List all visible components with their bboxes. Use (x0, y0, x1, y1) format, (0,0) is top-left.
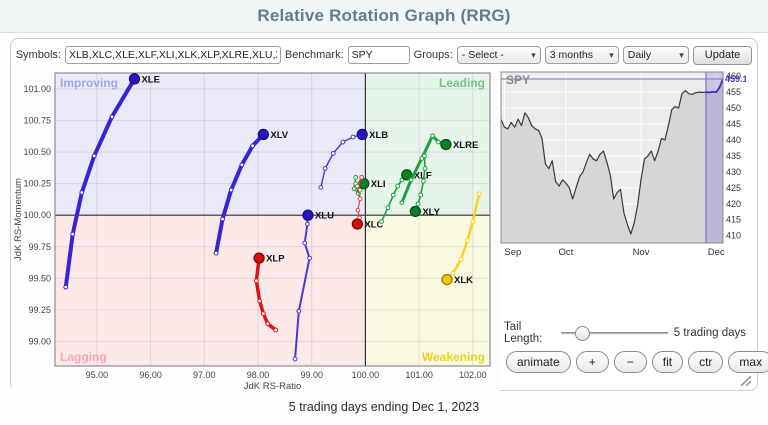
svg-text:445: 445 (726, 119, 741, 129)
svg-text:450: 450 (726, 103, 741, 113)
max-button[interactable]: max (728, 351, 768, 373)
symbols-input[interactable] (65, 46, 281, 64)
svg-text:Weakening: Weakening (422, 350, 485, 364)
svg-text:97.00: 97.00 (193, 370, 216, 380)
svg-text:XLE: XLE (141, 74, 159, 85)
svg-text:96.00: 96.00 (139, 370, 162, 380)
caption: 5 trading days ending Dec 1, 2023 (0, 400, 768, 414)
svg-text:100.75: 100.75 (23, 116, 51, 126)
svg-text:101.00: 101.00 (405, 370, 433, 380)
svg-text:100.00: 100.00 (352, 370, 380, 380)
svg-text:XLRE: XLRE (453, 140, 478, 151)
svg-text:101.00: 101.00 (23, 84, 51, 94)
svg-text:XLI: XLI (371, 179, 386, 190)
svg-text:430: 430 (726, 167, 741, 177)
svg-text:XLU: XLU (315, 211, 334, 222)
period-select-value: 3 months (550, 49, 593, 61)
svg-text:Sep: Sep (504, 247, 521, 258)
chevron-down-icon: ▾ (679, 50, 684, 61)
svg-text:XLV: XLV (270, 130, 288, 141)
ctr-button[interactable]: ctr (688, 351, 723, 373)
chart-content: 95.00 96.00 97.00 98.00 99.00 100.00 101.00 102… (12, 65, 756, 390)
groups-label: Groups: (414, 49, 453, 61)
groups-select-value: - Select - (462, 49, 504, 61)
svg-text:Dec: Dec (708, 247, 725, 258)
symbols-label: Symbols: (16, 49, 61, 61)
tail-length-slider[interactable] (561, 332, 667, 335)
zoom-in-button[interactable]: + (576, 351, 609, 373)
svg-text:XLP: XLP (266, 254, 285, 265)
svg-text:Lagging: Lagging (60, 350, 107, 364)
svg-text:Leading: Leading (439, 76, 485, 90)
page-title: Relative Rotation Graph (RRG) (257, 6, 510, 26)
frequency-select-value: Daily (628, 49, 651, 61)
svg-text:99.75: 99.75 (28, 242, 51, 252)
svg-text:99.50: 99.50 (28, 273, 51, 283)
tail-length-label: Tail Length: (504, 321, 555, 345)
rrg-chart: 95.00 96.00 97.00 98.00 99.00 100.00 101.00 102… (12, 65, 500, 391)
title-bar: Relative Rotation Graph (RRG) (0, 0, 768, 33)
svg-text:100.00: 100.00 (23, 210, 51, 220)
tail-length-knob[interactable] (575, 326, 590, 341)
svg-text:98.00: 98.00 (247, 370, 270, 380)
svg-text:99.00: 99.00 (28, 336, 51, 346)
svg-text:SPY: SPY (506, 73, 530, 87)
update-button[interactable]: Update (693, 46, 752, 65)
frequency-select[interactable]: Daily ▾ (623, 46, 689, 64)
svg-text:Nov: Nov (633, 247, 650, 258)
svg-text:100.25: 100.25 (23, 179, 51, 189)
svg-text:455: 455 (726, 87, 741, 97)
svg-text:420: 420 (726, 199, 741, 209)
svg-text:459.10: 459.10 (725, 74, 746, 84)
svg-text:99.00: 99.00 (300, 370, 323, 380)
svg-text:425: 425 (726, 183, 741, 193)
svg-text:95.00: 95.00 (86, 370, 109, 380)
svg-text:410: 410 (726, 231, 741, 241)
fit-button[interactable]: fit (652, 351, 683, 373)
svg-text:Oct: Oct (559, 247, 574, 258)
svg-text:102.00: 102.00 (459, 370, 487, 380)
svg-text:415: 415 (726, 215, 741, 225)
benchmark-input[interactable] (348, 46, 410, 64)
svg-text:100.50: 100.50 (23, 147, 51, 157)
tail-length-value: 5 trading days (674, 327, 746, 339)
chart-buttons: animate + − fit ctr max (506, 351, 746, 373)
zoom-out-button[interactable]: − (614, 351, 647, 373)
svg-text:XLY: XLY (422, 207, 440, 218)
chevron-down-icon: ▾ (531, 50, 536, 61)
svg-text:435: 435 (726, 151, 741, 161)
animate-button[interactable]: animate (506, 351, 571, 373)
chevron-down-icon: ▾ (609, 50, 614, 61)
svg-text:440: 440 (726, 135, 741, 145)
rrg-panel: Symbols: Benchmark: Groups: - Select - ▾… (10, 38, 758, 391)
resize-handle-icon[interactable] (738, 373, 751, 386)
svg-text:XLK: XLK (454, 275, 473, 286)
spy-benchmark-chart: 410415420425430435440445450455460SepOctN… (500, 65, 746, 270)
svg-text:XLB: XLB (369, 130, 388, 141)
right-column: 410415420425430435440445450455460SepOctN… (500, 65, 746, 391)
toolbar: Symbols: Benchmark: Groups: - Select - ▾… (11, 44, 757, 66)
svg-text:Improving: Improving (60, 76, 118, 90)
svg-text:JdK RS-Ratio: JdK RS-Ratio (244, 381, 302, 391)
svg-text:JdK RS-Momentum: JdK RS-Momentum (13, 178, 24, 261)
period-select[interactable]: 3 months ▾ (545, 46, 619, 64)
svg-text:99.25: 99.25 (28, 305, 51, 315)
benchmark-label: Benchmark: (285, 49, 344, 61)
groups-select[interactable]: - Select - ▾ (457, 46, 541, 64)
app-window: Relative Rotation Graph (RRG) Symbols: B… (0, 0, 768, 425)
tail-length-control: Tail Length: 5 trading days (504, 323, 746, 343)
